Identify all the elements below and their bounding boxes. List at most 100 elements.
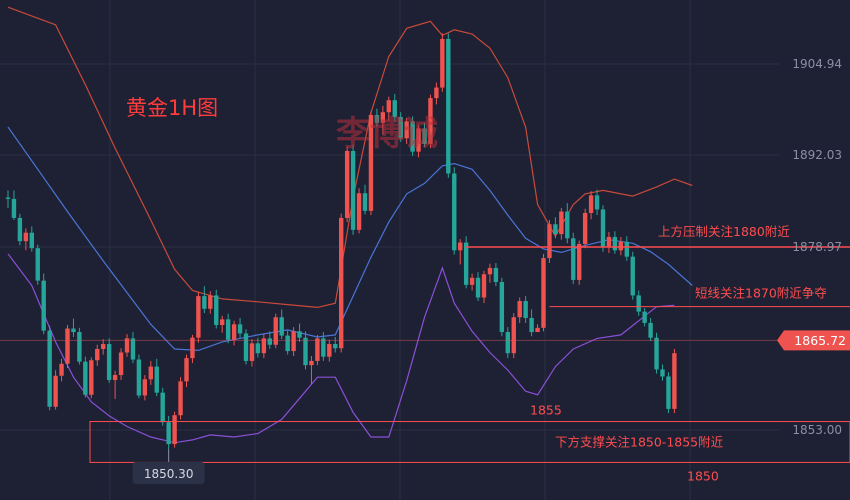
candle-body: [672, 353, 677, 409]
candle-body: [303, 337, 308, 366]
candle-body: [208, 295, 213, 309]
low-price-label: 1850.30: [144, 467, 194, 481]
candle-body: [547, 224, 552, 259]
candle-body: [101, 344, 106, 349]
candle-body: [493, 267, 499, 283]
y-tick-label: 1904.94: [792, 57, 842, 71]
y-tick-label: 1892.03: [792, 148, 842, 162]
gold-1h-chart: 上方压制关注1880附近短线关注1870附近争夺下方支撑关注1850-1855附…: [0, 0, 850, 500]
candle-body: [565, 211, 570, 239]
support-label: 下方支撑关注1850-1855附近: [555, 435, 724, 450]
boll-upper-line: [7, 6, 693, 309]
candle-body: [136, 359, 142, 396]
candle-body: [154, 366, 159, 393]
candle-body: [83, 361, 88, 395]
candle-body: [202, 296, 207, 309]
candle-body: [214, 295, 219, 326]
candle-body: [77, 332, 82, 362]
candle-body: [47, 330, 52, 407]
candle-body: [458, 242, 463, 251]
candle-body: [642, 311, 647, 323]
candle-body: [178, 381, 183, 416]
candle-body: [511, 317, 516, 354]
resistance-label: 上方压制关注1880附近: [658, 224, 790, 239]
candle-body: [297, 331, 302, 338]
candle-body: [541, 258, 546, 328]
candle-body: [59, 363, 64, 376]
candle-body: [618, 241, 624, 251]
candle-body: [231, 324, 237, 340]
candle-body: [220, 319, 225, 326]
grid-layer: [0, 0, 780, 500]
candle-body: [606, 236, 612, 248]
candle-body: [463, 242, 469, 285]
candle-body: [321, 338, 326, 357]
candle-body: [11, 198, 17, 218]
candle-body: [29, 232, 34, 249]
candle-body: [452, 173, 457, 251]
candle-body: [636, 295, 641, 312]
candle-body: [5, 197, 11, 199]
candle-body: [624, 241, 629, 257]
candle-body: [440, 38, 445, 88]
candle-body: [666, 376, 671, 409]
candlestick-series: [5, 33, 677, 450]
candle-body: [553, 224, 558, 235]
watermark: 李博诚: [336, 114, 438, 154]
candle-body: [434, 87, 439, 99]
candle-body: [225, 319, 231, 340]
chart-canvas: 上方压制关注1880附近短线关注1870附近争夺下方支撑关注1850-1855附…: [0, 0, 850, 500]
candle-body: [612, 236, 618, 251]
candle-body: [17, 217, 23, 242]
candle-body: [112, 375, 118, 380]
candle-body: [362, 193, 368, 211]
candle-body: [309, 360, 314, 366]
candle-body: [535, 327, 540, 333]
label-1855: 1855: [530, 403, 562, 418]
candle-body: [23, 232, 29, 242]
shortline-label: 短线关注1870附近争夺: [695, 286, 827, 301]
candle-body: [594, 195, 600, 210]
chart-title: 黄金1H图: [126, 96, 218, 120]
candle-body: [600, 209, 606, 248]
boll-middle-line: [7, 126, 693, 352]
candle-body: [53, 375, 58, 407]
candle-body: [291, 331, 296, 352]
candle-body: [481, 274, 487, 298]
candle-body: [106, 344, 112, 380]
candle-body: [469, 277, 475, 285]
candle-body: [499, 282, 505, 333]
current-price-label: 1865.72: [794, 333, 846, 348]
candle-body: [356, 193, 362, 230]
candle-body: [446, 38, 451, 174]
y-tick-label: 1878.97: [792, 240, 842, 254]
candle-body: [172, 415, 177, 445]
candle-body: [523, 301, 528, 318]
candle-body: [118, 352, 124, 376]
candle-body: [582, 212, 588, 244]
candle-body: [184, 358, 189, 382]
candle-body: [71, 328, 76, 333]
candle-body: [654, 337, 659, 370]
candle-body: [243, 333, 249, 361]
y-tick-label: 1853.00: [792, 423, 842, 437]
candle-body: [166, 422, 171, 445]
label-1850: 1850: [687, 468, 719, 483]
candle-body: [350, 150, 356, 230]
candle-body: [630, 256, 635, 296]
candle-body: [279, 317, 284, 336]
candle-body: [160, 392, 165, 423]
candle-body: [89, 360, 94, 395]
candle-body: [487, 267, 493, 275]
candle-body: [344, 150, 350, 218]
candle-body: [130, 338, 136, 360]
support-zone-box: [89, 421, 850, 463]
candle-body: [588, 195, 594, 213]
candle-body: [315, 338, 320, 361]
candle-body: [339, 217, 344, 349]
candle-body: [648, 322, 653, 338]
candle-body: [529, 317, 534, 333]
candle-body: [660, 369, 665, 377]
candle-body: [35, 248, 40, 281]
candle-body: [333, 344, 338, 349]
